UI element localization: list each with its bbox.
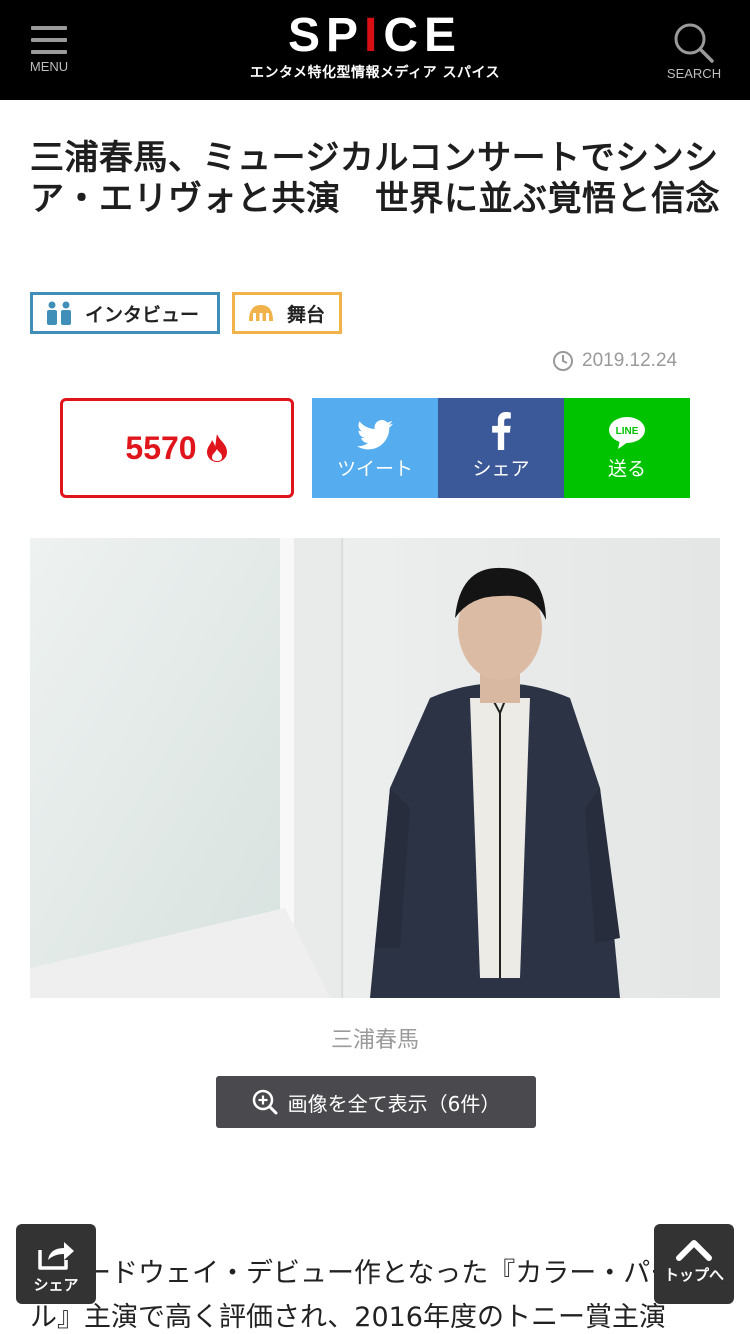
hamburger-icon [31, 26, 67, 54]
svg-text:LINE: LINE [616, 426, 639, 437]
search-button[interactable]: SEARCH [664, 22, 724, 86]
line-icon: LINE [609, 417, 645, 449]
floating-share-button[interactable]: シェア [16, 1224, 96, 1304]
tag-label: 舞台 [287, 303, 326, 326]
twitter-bird-icon [357, 420, 393, 450]
facebook-share-button[interactable]: シェア [438, 398, 564, 498]
logo-subtitle: エンタメ特化型情報メディア スパイス [249, 65, 501, 81]
twitter-share-button[interactable]: ツイート [312, 398, 438, 498]
article-photo[interactable] [30, 538, 720, 998]
view-all-images-button[interactable]: 画像を全て表示（6件） [216, 1076, 536, 1128]
facebook-label: シェア [472, 458, 530, 480]
facebook-f-icon [492, 412, 511, 450]
site-logo[interactable]: SPICE エンタメ特化型情報メディア スパイス [230, 8, 520, 92]
tag-stage[interactable]: 舞台 [232, 292, 342, 334]
tag-label: インタビュー [85, 303, 200, 326]
twitter-label: ツイート [336, 458, 413, 480]
interview-icon [47, 301, 71, 325]
theater-icon [249, 305, 273, 321]
article-body: ブロードウェイ・デビュー作となった『カラー・パープル』主演で高く評価され、201… [30, 1258, 703, 1333]
menu-label: MENU [29, 59, 69, 74]
line-share-button[interactable]: LINE 送る [564, 398, 690, 498]
date-text: 2019.12.24 [582, 350, 678, 371]
menu-button[interactable]: MENU [24, 22, 74, 84]
flame-icon [206, 434, 227, 462]
line-label: 送る [607, 458, 646, 480]
tag-interview[interactable]: インタビュー [30, 292, 220, 334]
popularity-count: 5570 [60, 398, 294, 498]
floating-share-label: シェア [33, 1276, 79, 1294]
portrait-image [30, 538, 720, 998]
logo-wordmark: SPICE [287, 9, 463, 62]
back-to-top-label: トップへ [663, 1266, 724, 1284]
search-icon [674, 23, 714, 63]
zoom-in-icon [252, 1089, 278, 1115]
back-to-top-button[interactable]: トップへ [654, 1224, 734, 1304]
site-header: MENU SPICE エンタメ特化型情報メディア スパイス SEARCH [0, 0, 750, 100]
popularity-number: 5570 [125, 429, 197, 466]
gallery-button-label: 画像を全て表示（6件） [287, 1091, 501, 1116]
photo-caption: 三浦春馬 [330, 1028, 419, 1053]
share-arrow-icon [38, 1242, 74, 1270]
chili-pepper-icon: I [364, 9, 384, 62]
publish-date: 2019.12.24 [552, 350, 677, 372]
search-label: SEARCH [666, 66, 722, 81]
article-title: 三浦春馬、ミュージカルコンサートでシンシア・エリヴォと共演 世界に並ぶ覚悟と信念 [30, 138, 720, 219]
chevron-up-icon [676, 1240, 712, 1261]
clock-icon [553, 351, 573, 371]
